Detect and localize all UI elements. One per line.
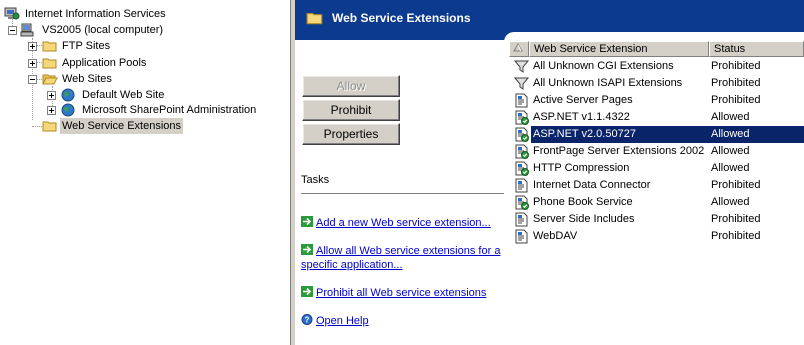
tree-label-web-sites: Web Sites <box>62 73 112 85</box>
list-item[interactable]: Phone Book Service Allowed <box>504 194 804 211</box>
tree-label-server: VS2005 (local computer) <box>42 24 164 36</box>
extension-allowed-icon <box>514 127 529 142</box>
list-item[interactable]: All Unknown CGI Extensions Prohibited <box>504 58 804 75</box>
tree-label-web-service-extensions: Web Service Extensions <box>60 118 184 134</box>
prohibit-all-link[interactable]: Prohibit all Web service extensions <box>316 287 486 299</box>
filter-icon <box>513 59 530 74</box>
extension-allowed-icon <box>514 161 529 176</box>
list-item[interactable]: ASP.NET v2.0.50727 Allowed <box>504 126 804 143</box>
arrow-right-icon <box>301 216 313 227</box>
expand-toggle[interactable] <box>47 91 56 100</box>
sort-column-header[interactable] <box>509 41 529 57</box>
details-pane: Web Service Extensions Allow Prohibit Pr… <box>295 0 804 345</box>
column-header-name[interactable]: Web Service Extension <box>529 41 709 57</box>
extension-name: Internet Data Connector <box>533 179 651 191</box>
tasks-heading: Tasks <box>301 174 330 186</box>
extensions-list[interactable]: Web Service Extension Status All Unknown… <box>504 32 804 345</box>
folder-icon <box>42 58 57 69</box>
tree-label-ftp-sites: FTP Sites <box>62 40 111 52</box>
extension-status: Prohibited <box>711 94 761 106</box>
extension-name: Active Server Pages <box>533 94 633 106</box>
list-item[interactable]: All Unknown ISAPI Extensions Prohibited <box>504 75 804 92</box>
prohibit-button[interactable]: Prohibit <box>302 99 400 121</box>
extension-name: All Unknown ISAPI Extensions <box>533 77 683 89</box>
tree-label-app-pools: Application Pools <box>62 57 147 69</box>
arrow-right-icon <box>301 286 313 297</box>
extension-name: FrontPage Server Extensions 2002 <box>533 145 705 157</box>
extension-status: Allowed <box>711 162 750 174</box>
help-icon: ? <box>301 314 313 325</box>
expand-toggle[interactable] <box>28 59 37 68</box>
page-title: Web Service Extensions <box>332 11 471 25</box>
expand-toggle[interactable] <box>47 106 56 115</box>
iis-computer-icon <box>4 7 20 20</box>
allow-all-link-line2[interactable]: specific application... <box>301 259 403 271</box>
extension-status: Allowed <box>709 126 804 143</box>
collapse-toggle[interactable] <box>28 75 37 84</box>
extension-icon <box>514 178 529 193</box>
extension-status: Allowed <box>711 111 750 123</box>
extension-name: HTTP Compression <box>533 162 630 174</box>
list-item[interactable]: Server Side Includes Prohibited <box>504 211 804 228</box>
filter-icon <box>513 76 530 91</box>
task-open-help[interactable]: ? Open Help <box>301 314 504 328</box>
properties-button[interactable]: Properties <box>302 123 400 145</box>
collapse-toggle[interactable] <box>8 26 17 35</box>
extension-name: Server Side Includes <box>533 213 635 225</box>
arrow-right-icon <box>301 244 313 255</box>
extension-status: Prohibited <box>711 230 761 242</box>
server-icon <box>20 23 34 37</box>
add-extension-link[interactable]: Add a new Web service extension... <box>316 217 491 229</box>
extension-allowed-icon <box>514 144 529 159</box>
console-tree[interactable]: Internet Information Services VS2005 (lo… <box>0 0 291 345</box>
extension-status: Prohibited <box>711 179 761 191</box>
task-prohibit-all[interactable]: Prohibit all Web service extensions <box>301 286 504 300</box>
tree-label-iis: Internet Information Services <box>25 8 166 20</box>
extension-name: ASP.NET v1.1.4322 <box>533 111 630 123</box>
folder-icon <box>42 41 57 52</box>
extension-icon <box>514 229 529 244</box>
extension-name: WebDAV <box>533 230 578 242</box>
list-item[interactable]: Active Server Pages Prohibited <box>504 92 804 109</box>
list-item[interactable]: Internet Data Connector Prohibited <box>504 177 804 194</box>
column-header-status[interactable]: Status <box>709 41 804 57</box>
extension-status: Prohibited <box>711 60 761 72</box>
list-item[interactable]: FrontPage Server Extensions 2002 Allowed <box>504 143 804 160</box>
allow-all-link-line1[interactable]: Allow all Web service extensions for a <box>316 245 500 257</box>
extension-allowed-icon <box>514 110 529 125</box>
sort-ascending-icon <box>513 42 523 52</box>
task-panel: Allow Prohibit Properties Tasks Add a ne… <box>295 40 504 345</box>
extension-name: Phone Book Service <box>533 196 633 208</box>
expand-toggle[interactable] <box>28 42 37 51</box>
allow-button[interactable]: Allow <box>302 75 400 97</box>
extension-status: Allowed <box>711 145 750 157</box>
folder-icon <box>42 121 57 132</box>
list-item[interactable]: ASP.NET v1.1.4322 Allowed <box>504 109 804 126</box>
extension-icon <box>514 93 529 108</box>
extension-allowed-icon <box>514 195 529 210</box>
open-help-link[interactable]: Open Help <box>316 315 369 327</box>
tree-label-default-web-site: Default Web Site <box>82 89 165 101</box>
extension-status: Prohibited <box>711 213 761 225</box>
divider <box>301 193 504 194</box>
extension-status: Prohibited <box>711 77 761 89</box>
extension-name: ASP.NET v2.0.50727 <box>531 126 709 143</box>
list-header: Web Service Extension Status <box>504 41 804 57</box>
globe-icon <box>61 103 75 117</box>
list-item[interactable]: WebDAV Prohibited <box>504 228 804 245</box>
extension-name: All Unknown CGI Extensions <box>533 60 674 72</box>
extension-icon <box>514 212 529 227</box>
svg-text:?: ? <box>305 316 310 325</box>
globe-icon <box>61 88 75 102</box>
open-folder-icon <box>42 74 58 85</box>
list-item[interactable]: HTTP Compression Allowed <box>504 160 804 177</box>
task-allow-all[interactable]: Allow all Web service extensions for a s… <box>301 244 504 272</box>
tree-label-sharepoint-admin: Microsoft SharePoint Administration <box>82 104 257 116</box>
folder-icon <box>306 12 323 25</box>
extension-status: Allowed <box>711 196 750 208</box>
task-add-extension[interactable]: Add a new Web service extension... <box>301 216 504 230</box>
